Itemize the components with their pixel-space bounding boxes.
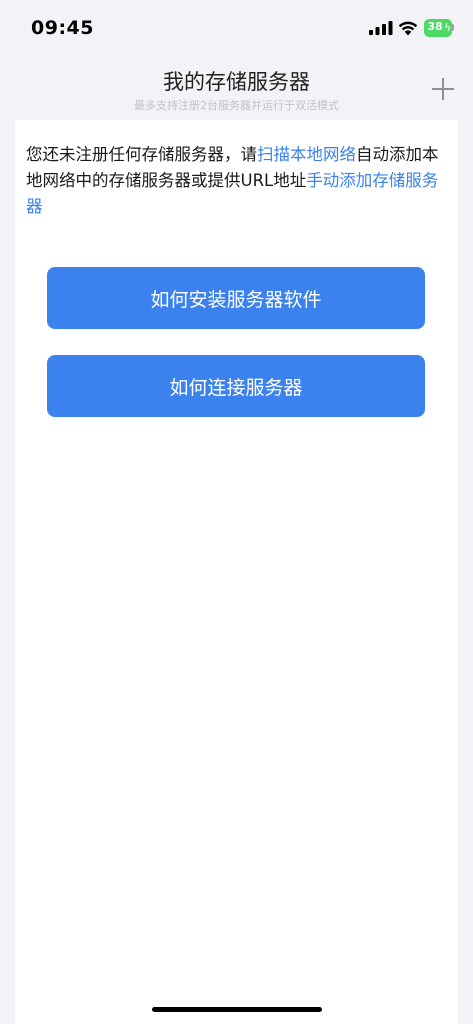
status-time: 09:45 <box>31 17 94 39</box>
how-to-install-button[interactable]: 如何安装服务器软件 <box>47 267 425 329</box>
charging-bolt-icon: ϟ <box>444 21 452 34</box>
battery-percent: 38 <box>427 20 443 33</box>
page-subtitle: 最多支持注册2台服务器并运行于双活模式 <box>134 99 339 112</box>
add-server-button[interactable] <box>428 74 458 104</box>
plus-icon-vertical <box>442 78 444 100</box>
empty-state-message: 您还未注册任何存储服务器，请扫描本地网络自动添加本地网络中的存储服务器或提供UR… <box>26 142 446 220</box>
page-title: 我的存储服务器 <box>163 70 310 94</box>
wifi-icon <box>398 21 418 36</box>
scan-local-network-link[interactable]: 扫描本地网络 <box>257 145 356 164</box>
status-bar: 09:45 38 ϟ <box>0 0 473 58</box>
cellular-signal-icon <box>369 21 393 35</box>
battery-icon: 38 ϟ <box>424 19 454 37</box>
intro-text-1: 您还未注册任何存储服务器，请 <box>26 145 257 164</box>
battery-nub <box>452 24 454 31</box>
how-to-connect-button[interactable]: 如何连接服务器 <box>47 355 425 417</box>
content-card: 您还未注册任何存储服务器，请扫描本地网络自动添加本地网络中的存储服务器或提供UR… <box>15 120 458 1024</box>
navigation-header: 我的存储服务器 最多支持注册2台服务器并运行于双活模式 <box>0 58 473 120</box>
home-indicator[interactable] <box>152 1007 322 1012</box>
